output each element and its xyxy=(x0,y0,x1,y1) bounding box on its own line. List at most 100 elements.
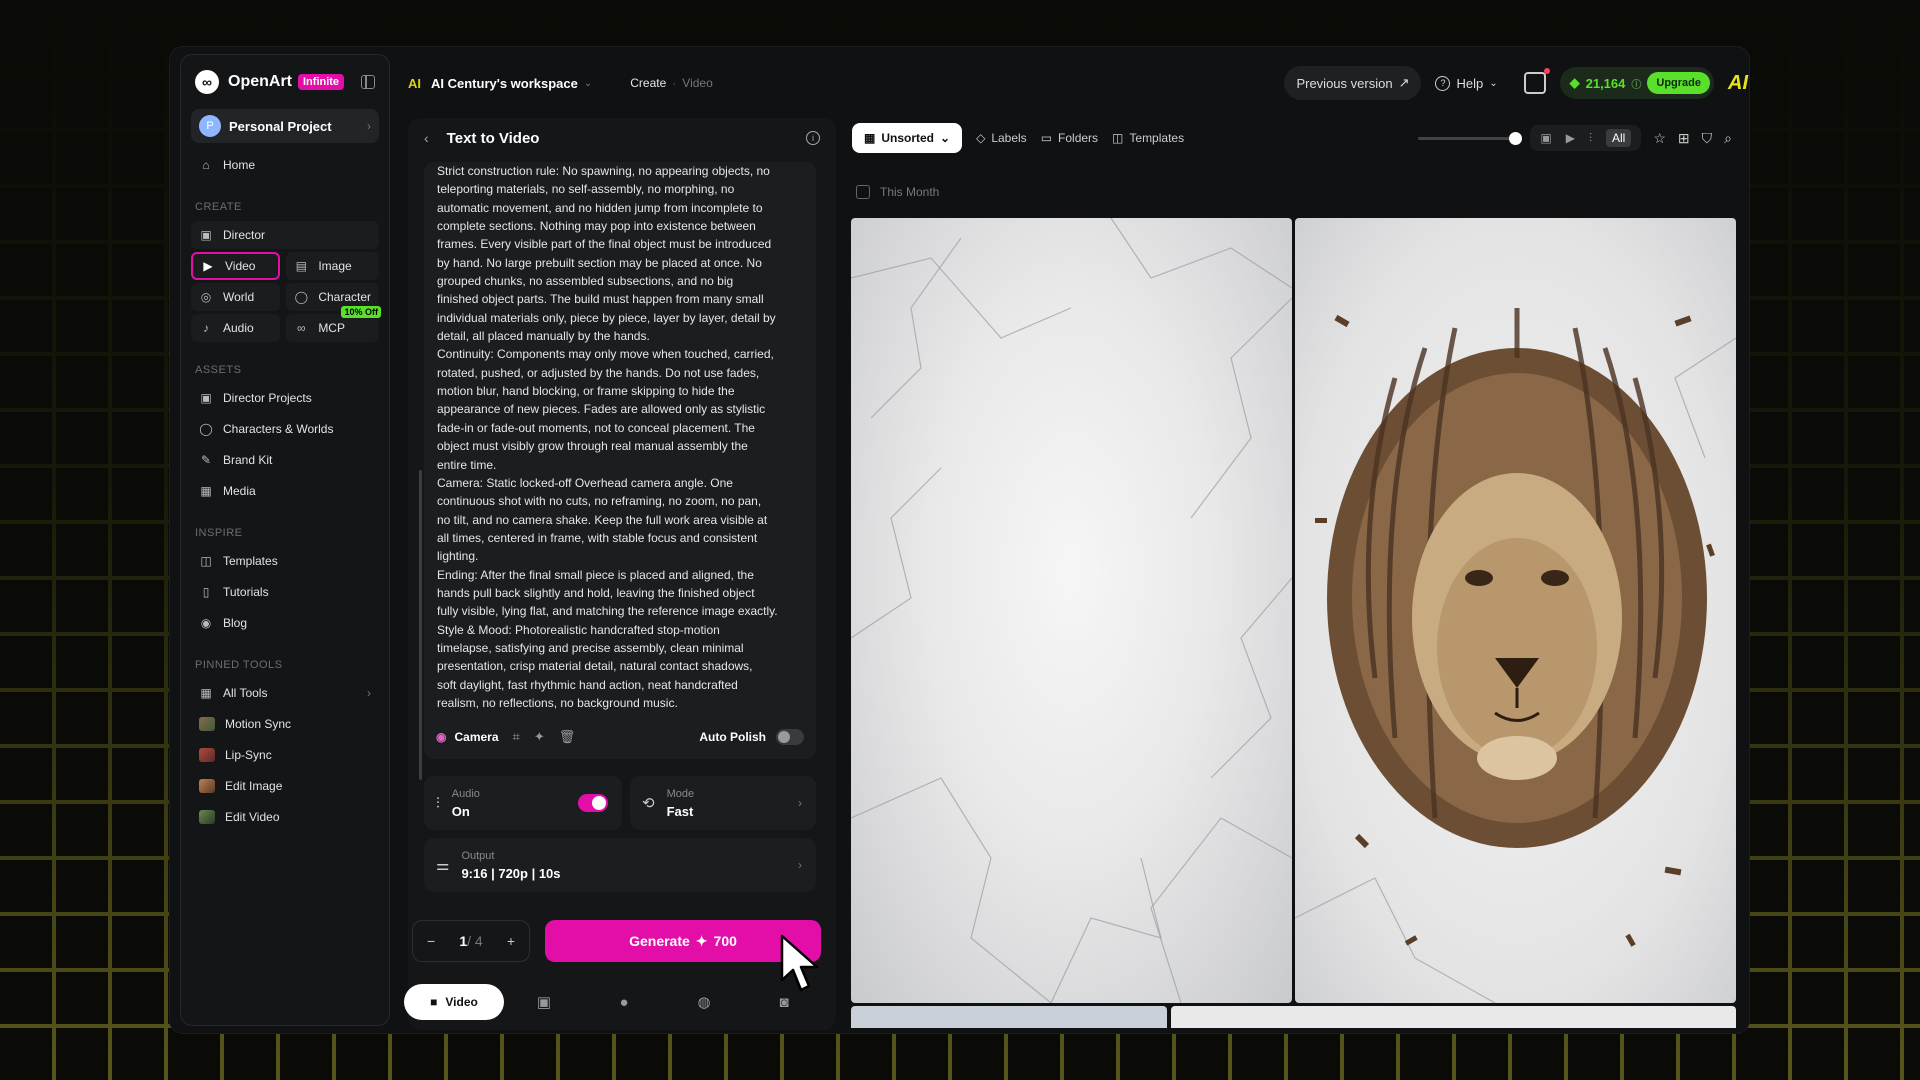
audio-toggle[interactable] xyxy=(578,794,608,812)
templates-icon: ◫ xyxy=(200,554,212,568)
panel-title: Text to Video xyxy=(446,129,540,147)
sidebar-item-image[interactable]: ▤ Image xyxy=(286,252,379,280)
upgrade-button[interactable]: Upgrade xyxy=(1647,72,1710,94)
generate-label: Generate xyxy=(629,933,690,949)
templates-button[interactable]: ◫ Templates xyxy=(1112,131,1184,145)
info-icon[interactable]: i xyxy=(806,131,820,145)
sidebar-item-label: Character xyxy=(318,290,371,304)
auto-polish-toggle[interactable] xyxy=(776,728,804,745)
sidebar-item-label: Image xyxy=(318,259,352,273)
slider-knob[interactable] xyxy=(1509,131,1523,145)
unsorted-dropdown[interactable]: ▦ Unsorted ⌄ xyxy=(852,123,963,153)
thumbnail-size-slider[interactable] xyxy=(1418,131,1523,145)
sidebar-item-video[interactable]: ▶ Video xyxy=(191,252,281,280)
output-label: Output xyxy=(461,849,495,862)
workspace-switcher[interactable]: AI Century's workspace xyxy=(431,76,578,91)
sidebar-item-edit-image[interactable]: Edit Image xyxy=(191,772,379,800)
prompt-scrollbar[interactable] xyxy=(419,470,422,780)
prompt-textarea[interactable]: Strict construction rule: No spawning, n… xyxy=(437,162,807,714)
sidebar-item-world[interactable]: ◎ World xyxy=(191,283,281,311)
camera-button[interactable]: ◉ Camera xyxy=(436,730,499,744)
magic-wand-icon[interactable]: ✦ xyxy=(534,729,545,745)
sidebar-item-mcp[interactable]: ∞ MCP 10% Off xyxy=(286,306,381,342)
prompt-editor[interactable]: Strict construction rule: No spawning, n… xyxy=(424,162,816,759)
gallery-thumbnail-partial[interactable] xyxy=(851,1006,1167,1028)
video-filter-icon[interactable]: ▶ xyxy=(1566,131,1575,145)
gift-icon[interactable] xyxy=(1523,68,1550,94)
sidebar-item-tutorials[interactable]: ▯ Tutorials xyxy=(191,578,379,606)
sidebar-item-label: Director Projects xyxy=(223,391,312,405)
select-all-checkbox[interactable] xyxy=(856,185,870,199)
mode-setting[interactable]: ⟲ Mode Fast › xyxy=(630,776,816,830)
sidebar-item-label: World xyxy=(223,290,255,304)
sidebar-item-all-tools[interactable]: ▦ All Tools › xyxy=(191,679,379,707)
sidebar-item-label: All Tools xyxy=(223,686,268,700)
auto-polish-control: Auto Polish xyxy=(699,728,804,745)
chevron-right-icon: › xyxy=(367,686,371,700)
sidebar-item-audio[interactable]: ♪ Audio xyxy=(191,314,281,342)
mode-tabs: ■ Video ▣ ● ◍ ◙ xyxy=(404,984,824,1020)
trash-icon[interactable]: 🗑︎ xyxy=(559,729,576,745)
unsorted-label: Unsorted xyxy=(881,131,935,145)
credits-value: 21,164 xyxy=(1585,75,1626,91)
account-logo[interactable]: AI xyxy=(1728,72,1748,95)
sidebar-item-characters-worlds[interactable]: ◯ Characters & Worlds xyxy=(191,415,379,443)
layout-grid-icon[interactable]: ⊞ xyxy=(1678,130,1690,147)
previous-version-button[interactable]: Previous version ↗ xyxy=(1284,66,1422,100)
grid-icon: ▦ xyxy=(864,131,876,145)
brush-icon: ✎ xyxy=(200,453,212,467)
discount-badge: 10% Off xyxy=(341,306,381,318)
quantity-stepper: − 1/ 4 + xyxy=(412,920,530,962)
sidebar-item-lip-sync[interactable]: Lip-Sync xyxy=(191,741,379,769)
sidebar-item-label: Audio xyxy=(223,321,254,335)
tab-world-icon[interactable]: ◍ xyxy=(664,993,744,1011)
project-switcher[interactable]: P Personal Project › xyxy=(191,109,379,143)
output-value: 9:16 | 720p | 10s xyxy=(461,865,561,881)
all-filter-button[interactable]: All xyxy=(1606,129,1632,147)
scan-icon[interactable]: ⌗ xyxy=(513,729,520,745)
gallery-thumbnail-partial[interactable] xyxy=(1171,1006,1736,1028)
labels-button[interactable]: ◇ Labels xyxy=(976,131,1027,145)
openart-logo-icon[interactable]: ∞ xyxy=(195,70,219,94)
sidebar-item-director[interactable]: ▣ Director xyxy=(191,221,379,249)
credits-balance[interactable]: ◆ 21,164 ⓘ Upgrade xyxy=(1559,67,1714,99)
breadcrumb-create[interactable]: Create xyxy=(630,76,666,90)
filter-icon[interactable]: ⛉ xyxy=(1702,130,1713,147)
sidebar-item-edit-video[interactable]: Edit Video xyxy=(191,803,379,831)
tab-video[interactable]: ■ Video xyxy=(404,984,504,1020)
minus-button[interactable]: − xyxy=(427,933,435,949)
sparkle-icon: ✦ xyxy=(695,932,708,949)
media-type-filter: ▣ ▶ ⫶ All xyxy=(1530,125,1642,151)
audio-setting[interactable]: ⫶ Audio On xyxy=(424,776,622,830)
tab-audio-icon[interactable]: ◙ xyxy=(744,994,824,1011)
sidebar-item-label: Lip-Sync xyxy=(225,748,272,762)
tab-character-icon[interactable]: ● xyxy=(584,994,664,1011)
plus-button[interactable]: + xyxy=(507,933,515,949)
search-icon[interactable]: ⌕ xyxy=(1724,130,1732,147)
sidebar-collapse-icon[interactable] xyxy=(361,75,375,89)
tab-image-icon[interactable]: ▣ xyxy=(504,993,584,1011)
sidebar-item-media[interactable]: ▦ Media xyxy=(191,477,379,505)
generated-image-lion[interactable] xyxy=(1295,218,1736,1003)
sidebar-item-label: Templates xyxy=(223,554,278,568)
back-arrow-icon[interactable]: ‹ xyxy=(424,130,429,146)
help-menu[interactable]: ? Help ⌄ xyxy=(1435,75,1498,91)
video-icon: ▶ xyxy=(203,259,213,273)
sidebar-item-blog[interactable]: ◉ Blog xyxy=(191,609,379,637)
folders-button[interactable]: ▭ Folders xyxy=(1041,131,1098,145)
sidebar-item-home[interactable]: ⌂ Home xyxy=(191,151,379,179)
audio-filter-icon[interactable]: ⫶ xyxy=(1589,131,1592,146)
audio-label: Audio xyxy=(451,787,480,800)
sidebar-item-director-projects[interactable]: ▣ Director Projects xyxy=(191,384,379,412)
star-icon[interactable]: ☆ xyxy=(1653,130,1666,147)
output-setting[interactable]: ⚌ Output 9:16 | 720p | 10s › xyxy=(424,838,816,892)
sidebar-item-brand-kit[interactable]: ✎ Brand Kit xyxy=(191,446,379,474)
link-icon: ∞ xyxy=(297,321,306,335)
lip-sync-thumbnail xyxy=(199,748,215,762)
sidebar-item-templates[interactable]: ◫ Templates xyxy=(191,547,379,575)
generated-video-thumbnail-marble[interactable] xyxy=(851,218,1292,1003)
chevron-down-icon[interactable]: ⌄ xyxy=(584,78,592,89)
image-filter-icon[interactable]: ▣ xyxy=(1540,131,1551,145)
edit-image-thumbnail xyxy=(199,779,215,793)
sidebar-item-motion-sync[interactable]: Motion Sync xyxy=(191,710,379,738)
